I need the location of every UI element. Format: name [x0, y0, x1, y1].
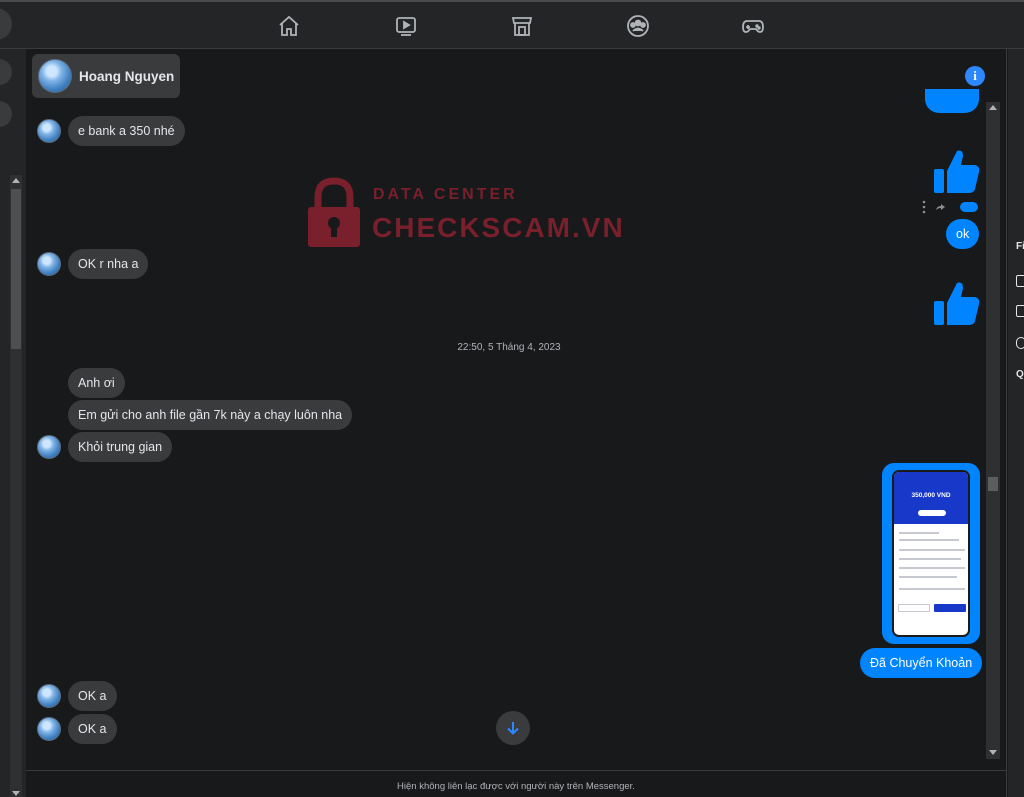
message-row: Anh ơi — [68, 368, 125, 398]
left-scrollbar[interactable] — [10, 175, 22, 797]
watermark: DATA CENTER CHECKSCAM.VN — [306, 171, 646, 251]
sidebar-button[interactable] — [0, 101, 12, 127]
message-bubble-in[interactable]: OK r nha a — [68, 249, 149, 279]
message-timestamp: 22:50, 5 Tháng 4, 2023 — [457, 342, 561, 353]
scroll-to-bottom-button[interactable] — [496, 711, 530, 745]
contact-name[interactable]: Hoang Nguyen — [79, 69, 174, 84]
gaming-icon[interactable] — [741, 14, 767, 40]
watermark-title: CHECKSCAM.VN — [372, 212, 625, 243]
link-icon[interactable] — [1016, 337, 1024, 349]
avatar[interactable] — [37, 717, 61, 741]
avatar[interactable] — [38, 59, 72, 93]
right-info-panel: Fi Q — [1008, 49, 1024, 797]
message-bubble-in[interactable]: OK a — [68, 714, 117, 744]
panel-label: Fi — [1016, 241, 1024, 252]
chat-panel: Hoang Nguyen i DATA CENTER CHECKSCAM.VN … — [26, 49, 1007, 797]
arrow-down-icon — [507, 722, 519, 735]
message-row: Em gửi cho anh file gần 7k này a chạy lu… — [68, 400, 353, 430]
media-icon[interactable] — [1016, 275, 1024, 287]
message-bubble-in[interactable]: Anh ơi — [68, 368, 125, 398]
message-bubble-in[interactable]: e bank a 350 nhé — [68, 116, 185, 146]
left-sidebar — [0, 49, 26, 797]
menu-circle-button[interactable] — [0, 8, 12, 40]
message-bubble-out-partial[interactable] — [925, 89, 979, 113]
message-bubble-out[interactable]: Đã Chuyển Khoản — [860, 648, 983, 678]
scroll-down-arrow-icon[interactable] — [989, 750, 997, 755]
file-icon[interactable] — [1016, 305, 1024, 317]
chat-scrollbar-thumb[interactable] — [988, 477, 998, 491]
message-bubble-out[interactable]: ok — [946, 219, 980, 249]
message-bubble-in[interactable]: Em gửi cho anh file gần 7k này a chạy lu… — [68, 400, 353, 430]
info-icon[interactable]: i — [965, 66, 985, 86]
marketplace-icon[interactable] — [510, 14, 536, 40]
message-row: OK r nha a — [37, 249, 149, 279]
message-actions[interactable] — [922, 200, 982, 214]
message-row: e bank a 350 nhé — [37, 116, 185, 146]
message-bubble-in[interactable]: OK a — [68, 681, 117, 711]
thumbs-up-icon[interactable] — [933, 147, 981, 195]
transfer-amount: 350,000 VND — [894, 472, 968, 524]
watermark-subtitle: DATA CENTER — [373, 186, 518, 203]
avatar[interactable] — [37, 684, 61, 708]
image-message[interactable]: 350,000 VND — [882, 463, 980, 644]
avatar[interactable] — [37, 435, 61, 459]
home-icon[interactable] — [277, 14, 303, 40]
sidebar-button[interactable] — [0, 59, 12, 85]
scroll-down-arrow-icon[interactable] — [12, 791, 20, 796]
message-bubble-in[interactable]: Khỏi trung gian — [68, 432, 173, 462]
chat-header[interactable]: Hoang Nguyen — [32, 54, 181, 98]
transfer-badge — [918, 510, 946, 516]
transfer-screenshot[interactable]: 350,000 VND — [892, 470, 970, 637]
chat-scrollbar[interactable] — [986, 102, 1000, 759]
top-navigation-bar — [0, 0, 1024, 49]
scroll-up-arrow-icon[interactable] — [12, 178, 20, 183]
scroll-up-arrow-icon[interactable] — [989, 105, 997, 110]
message-row: OK a — [37, 714, 117, 744]
watch-icon[interactable] — [394, 14, 420, 40]
message-row: OK a — [37, 681, 117, 711]
panel-label: Q — [1016, 369, 1024, 380]
thumbs-up-icon[interactable] — [933, 279, 981, 327]
avatar[interactable] — [37, 119, 61, 143]
avatar[interactable] — [37, 252, 61, 276]
message-row: Khỏi trung gian — [37, 432, 173, 462]
lock-icon — [308, 177, 360, 247]
messenger-unavailable-notice: Hiện không liên lạc được với người này t… — [26, 770, 1006, 797]
groups-icon[interactable] — [626, 14, 652, 40]
left-scrollbar-thumb[interactable] — [11, 189, 21, 349]
